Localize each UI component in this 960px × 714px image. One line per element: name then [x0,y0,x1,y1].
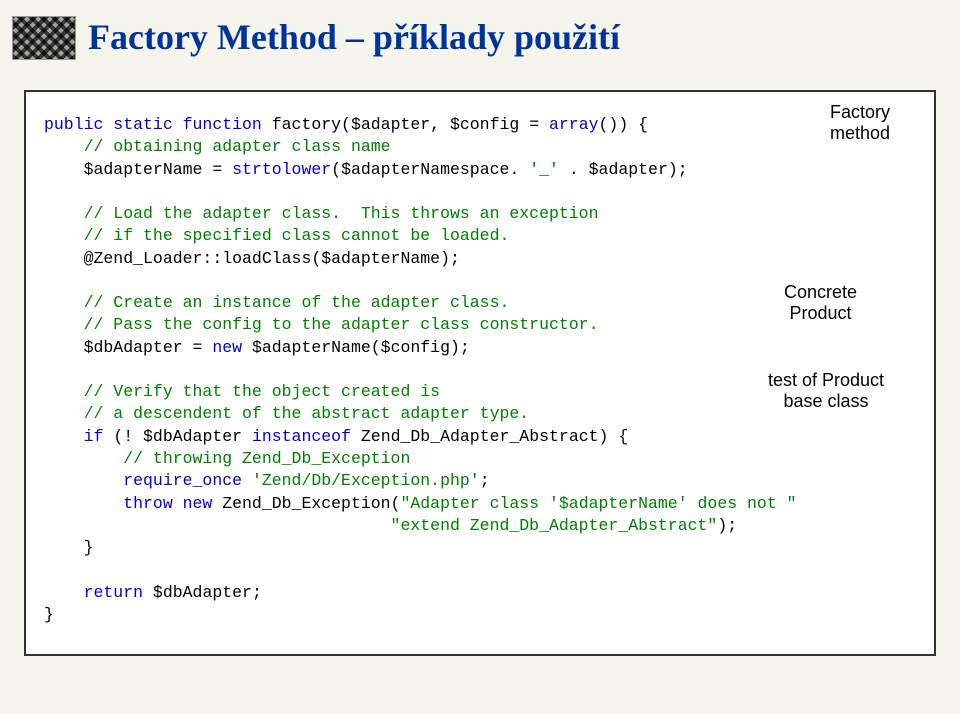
code-keyword: throw new [44,494,212,513]
code-string: "extend Zend_Db_Adapter_Abstract" [44,516,717,535]
code-keyword: array [549,115,599,134]
code-keyword: new [212,338,242,357]
annotation-text: Concrete [784,282,857,302]
code-text: $adapterName($config); [242,338,470,357]
code-text: ()) { [599,115,649,134]
logo-icon [12,16,76,60]
annotation-text: test of Product [768,370,884,390]
code-string: "Adapter class '$adapterName' does not " [400,494,796,513]
code-string: 'Zend/Db/Exception.php' [252,471,480,490]
code-keyword: instanceof [252,427,351,446]
annotation-text: Product [790,303,852,323]
code-comment: // if the specified class cannot be load… [44,226,509,245]
code-keyword: return [44,583,143,602]
code-text: ; [480,471,490,490]
annotation-text: base class [784,391,869,411]
code-text: @Zend_Loader::loadClass($adapterName); [44,249,460,268]
code-text: } [44,605,54,624]
code-comment: // Verify that the object created is [44,382,440,401]
code-text: Zend_Db_Adapter_Abstract) { [351,427,628,446]
code-comment: // throwing Zend_Db_Exception [44,449,410,468]
code-keyword: if [44,427,103,446]
code-text: . $adapter); [559,160,688,179]
code-keyword: require_once [44,471,252,490]
code-comment: // Pass the config to the adapter class … [44,315,599,334]
code-comment: // Create an instance of the adapter cla… [44,293,509,312]
code-text: $dbAdapter = [44,338,212,357]
code-keyword: strtolower [232,160,331,179]
code-text: factory($adapter, $config = [272,115,549,134]
code-text: ); [717,516,737,535]
code-text: ($adapterNamespace. [331,160,529,179]
code-comment: // Load the adapter class. This throws a… [44,204,599,223]
code-text: $adapterName = [44,160,232,179]
annotation-test-of-product: test of Product base class [768,370,884,411]
code-text: } [44,538,94,557]
annotation-factory-method: Factory method [830,102,890,143]
annotation-text: method [830,123,890,143]
code-keyword: public static function [44,115,272,134]
code-string: '_' [529,160,559,179]
code-comment: // obtaining adapter class name [44,137,391,156]
code-text: (! $dbAdapter [103,427,252,446]
annotation-text: Factory [830,102,890,122]
code-text: Zend_Db_Exception( [212,494,400,513]
code-comment: // a descendent of the abstract adapter … [44,404,529,423]
page-title: Factory Method – příklady použití [88,16,620,58]
code-text: $dbAdapter; [143,583,262,602]
annotation-concrete-product: Concrete Product [784,282,857,323]
